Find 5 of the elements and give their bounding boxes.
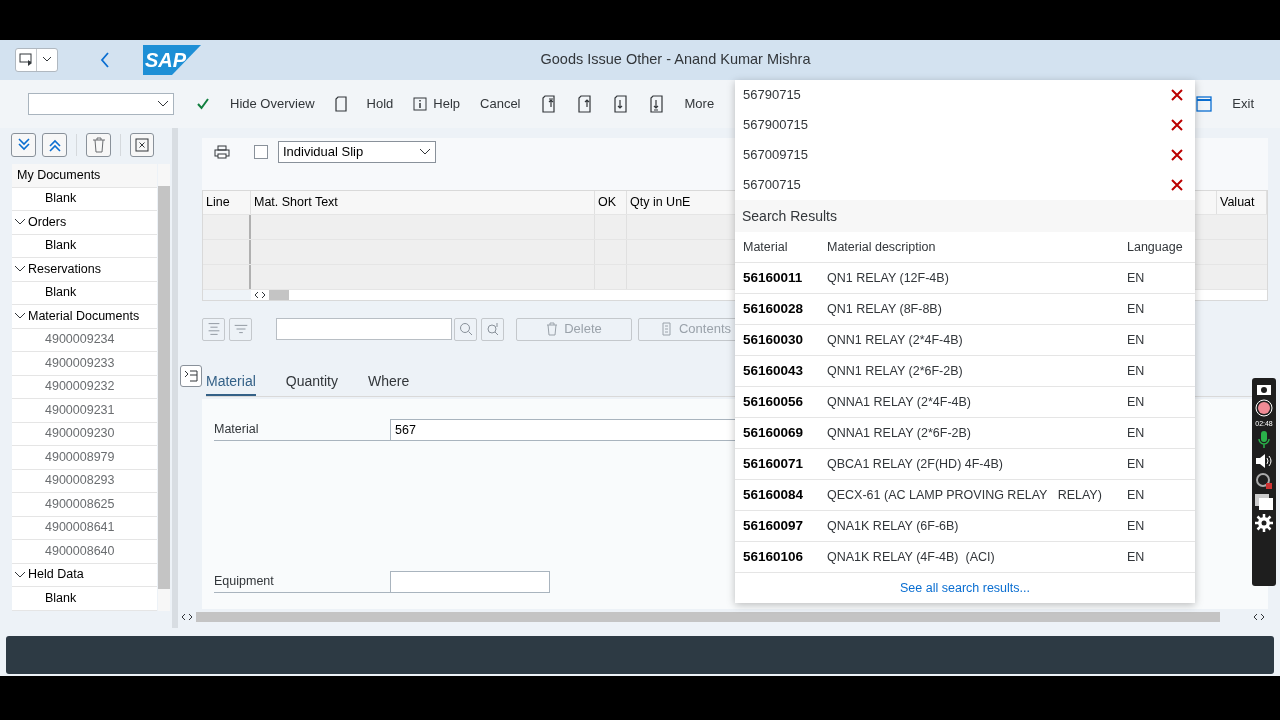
section-heading: Search Results (735, 200, 1195, 232)
column-header: Material (743, 238, 789, 256)
window-title: Goods Issue Other - Anand Kumar Mishra (540, 50, 811, 70)
column-header: Material description (827, 238, 937, 256)
column-header: Language (1127, 238, 1183, 256)
